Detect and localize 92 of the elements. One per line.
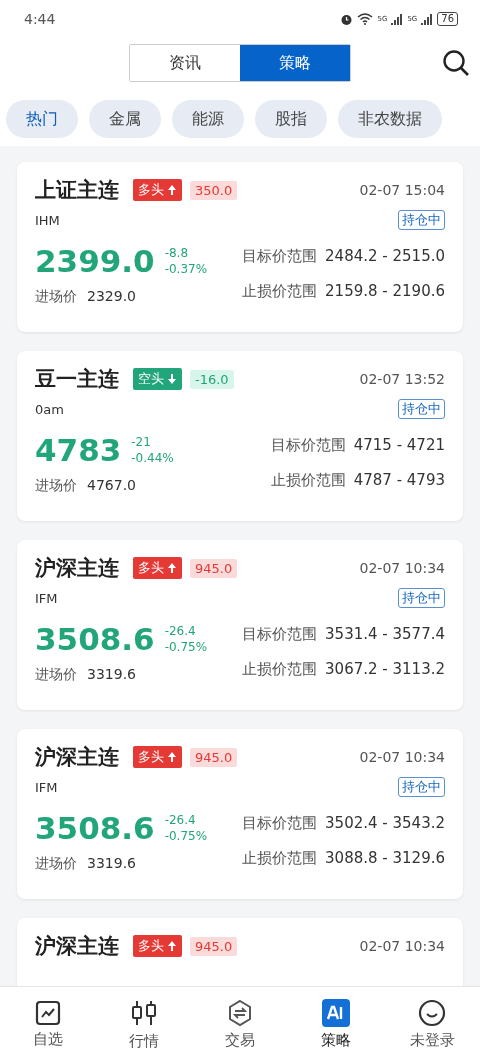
status-time: 4:44: [24, 11, 57, 27]
timestamp: 02-07 13:52: [359, 371, 445, 387]
current-price: 3508.6: [35, 809, 155, 847]
instrument-code: IFM: [35, 779, 58, 795]
stop-loss-label: 止损价范围: [242, 849, 318, 868]
price-change: -8.8: [164, 246, 190, 260]
entry-price-label: 进场价: [35, 288, 77, 306]
status-tag: 持仓中: [398, 588, 445, 608]
up-arrow-icon: [167, 562, 177, 574]
points-tag: 945.0: [190, 558, 238, 578]
nav-tab[interactable]: 策略: [291, 997, 381, 1051]
instrument-code: IHM: [35, 212, 60, 228]
points-tag: -16.0: [190, 369, 234, 389]
percent-change: -0.75%: [164, 640, 208, 654]
entry-price: 2329.0: [87, 288, 136, 306]
entry-price-label: 进场价: [35, 666, 77, 684]
direction-label: 空头: [138, 370, 164, 388]
instrument-name: 上证主连: [35, 177, 119, 204]
points-tag: 350.0: [190, 180, 238, 200]
current-price: 4783: [35, 431, 122, 469]
ai-icon: [322, 998, 350, 1027]
alarm-icon: [340, 12, 354, 26]
nav-tab[interactable]: 自选: [3, 998, 93, 1050]
price-change: -26.4: [164, 624, 197, 638]
timestamp: 02-07 10:34: [359, 749, 445, 765]
points-tag: 945.0: [190, 747, 238, 767]
smiley-icon: [418, 998, 446, 1027]
category-chip[interactable]: 股指: [255, 100, 327, 138]
down-arrow-icon: [167, 373, 177, 385]
status-tag: 持仓中: [398, 210, 445, 230]
instrument-name: 豆一主连: [35, 366, 119, 393]
stop-loss-label: 止损价范围: [270, 471, 346, 490]
up-arrow-icon: [167, 940, 177, 952]
instrument-name: 沪深主连: [35, 744, 119, 771]
nav-tab[interactable]: 未登录: [387, 997, 477, 1051]
target-range: 3502.4 - 3543.2: [325, 814, 445, 833]
stop-loss-range: 4787 - 4793: [353, 471, 445, 490]
up-arrow-icon: [167, 751, 177, 763]
target-range: 4715 - 4721: [353, 436, 445, 455]
stop-loss-range: 3067.2 - 3113.2: [325, 660, 445, 679]
nav-tab[interactable]: 交易: [195, 997, 285, 1051]
target-range-label: 目标价范围: [242, 814, 318, 833]
search-icon[interactable]: [442, 49, 470, 77]
status-tag: 持仓中: [398, 777, 445, 797]
entry-price: 3319.6: [87, 855, 136, 873]
entry-price: 3319.6: [87, 666, 136, 684]
stop-loss-range: 3088.8 - 3129.6: [325, 849, 445, 868]
direction-label: 多头: [138, 748, 164, 766]
instrument-name: 沪深主连: [35, 933, 119, 960]
chart-icon: [35, 999, 61, 1026]
signal-icon: [421, 13, 434, 25]
category-chip[interactable]: 金属: [89, 100, 161, 138]
signal-icon: [391, 13, 404, 25]
category-chip[interactable]: 热门: [6, 100, 78, 138]
target-range-label: 目标价范围: [242, 247, 318, 266]
stop-loss-range: 2159.8 - 2190.6: [325, 282, 445, 301]
up-arrow-icon: [167, 184, 177, 196]
instrument-code: 0am: [35, 401, 64, 417]
timestamp: 02-07 10:34: [359, 560, 445, 576]
percent-change: -0.44%: [131, 451, 174, 465]
target-range: 2484.2 - 2515.0: [325, 247, 445, 266]
target-range-label: 目标价范围: [242, 625, 318, 644]
status-tag: 持仓中: [398, 399, 445, 419]
category-chip[interactable]: 能源: [172, 100, 244, 138]
percent-change: -0.75%: [164, 829, 208, 843]
entry-price-label: 进场价: [35, 855, 77, 873]
stop-loss-label: 止损价范围: [242, 660, 318, 679]
price-change: -21: [131, 435, 152, 449]
target-range: 3531.4 - 3577.4: [325, 625, 445, 644]
percent-change: -0.37%: [164, 262, 208, 276]
timestamp: 02-07 10:34: [359, 938, 445, 954]
direction-label: 多头: [138, 937, 164, 955]
entry-price: 4767.0: [87, 477, 136, 495]
nav-tab[interactable]: 行情: [99, 996, 189, 1052]
wifi-icon: [357, 13, 374, 25]
instrument-name: 沪深主连: [35, 555, 119, 582]
segment-tab[interactable]: 策略: [240, 45, 350, 81]
current-price: 2399.0: [35, 242, 155, 280]
current-price: 3508.6: [35, 620, 155, 658]
timestamp: 02-07 15:04: [359, 182, 445, 198]
exchange-icon: [227, 998, 253, 1027]
stop-loss-label: 止损价范围: [242, 282, 318, 301]
points-tag: 945.0: [190, 936, 238, 956]
entry-price-label: 进场价: [35, 477, 77, 495]
direction-label: 多头: [138, 181, 164, 199]
strategy-card[interactable]: 沪深主连 多头 945.0 02-07 10:34: [17, 918, 463, 986]
battery-level: 76: [437, 12, 458, 26]
category-chip[interactable]: 非农数据: [338, 100, 442, 138]
instrument-code: IFM: [35, 590, 58, 606]
target-range-label: 目标价范围: [270, 436, 346, 455]
direction-label: 多头: [138, 559, 164, 577]
price-change: -26.4: [164, 813, 197, 827]
